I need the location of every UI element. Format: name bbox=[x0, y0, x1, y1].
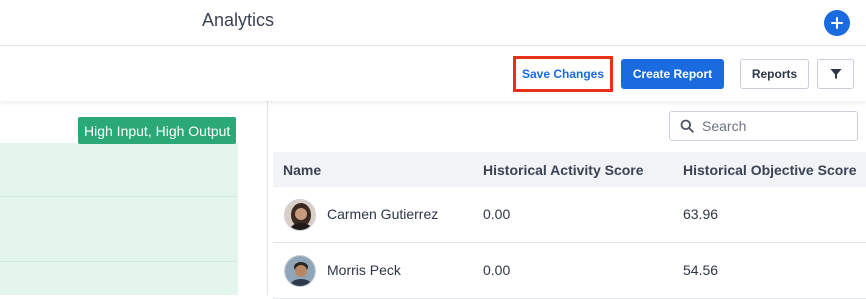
top-bar: Analytics bbox=[0, 0, 866, 46]
avatar bbox=[284, 199, 316, 231]
quadrant-label: High Input, High Output bbox=[78, 117, 237, 144]
grid-line bbox=[0, 261, 238, 262]
column-header-objective[interactable]: Historical Objective Score bbox=[683, 162, 857, 178]
grid-line bbox=[0, 196, 238, 197]
table-row[interactable]: Carmen Gutierrez 0.00 63.96 bbox=[273, 187, 866, 243]
quadrant-area bbox=[0, 143, 238, 295]
column-header-activity[interactable]: Historical Activity Score bbox=[483, 162, 644, 178]
filter-icon bbox=[830, 69, 841, 79]
quadrant-panel: High Input, High Output bbox=[0, 101, 268, 295]
row-objective-score: 54.56 bbox=[683, 262, 719, 278]
page-title: Analytics bbox=[202, 10, 275, 30]
filter-button[interactable] bbox=[817, 59, 854, 89]
avatar bbox=[284, 255, 316, 287]
column-header-name[interactable]: Name bbox=[283, 162, 321, 178]
highlight-box bbox=[513, 56, 613, 92]
row-name[interactable]: Morris Peck bbox=[327, 262, 401, 278]
row-activity-score: 0.00 bbox=[483, 206, 511, 222]
reports-button[interactable]: Reports bbox=[740, 59, 809, 89]
table-header: Name Historical Activity Score Historica… bbox=[273, 152, 866, 187]
table-row[interactable]: Morris Peck 0.00 54.56 bbox=[273, 243, 866, 299]
search-input[interactable] bbox=[702, 118, 842, 134]
create-report-button[interactable]: Create Report bbox=[621, 59, 724, 89]
row-objective-score: 63.96 bbox=[683, 206, 719, 222]
search-box[interactable] bbox=[669, 111, 858, 141]
plus-icon bbox=[831, 17, 843, 29]
search-icon bbox=[680, 119, 694, 133]
row-activity-score: 0.00 bbox=[483, 262, 511, 278]
toolbar: Save Changes Create Report Reports bbox=[0, 47, 866, 101]
add-button[interactable] bbox=[824, 10, 850, 36]
row-name[interactable]: Carmen Gutierrez bbox=[327, 206, 438, 222]
